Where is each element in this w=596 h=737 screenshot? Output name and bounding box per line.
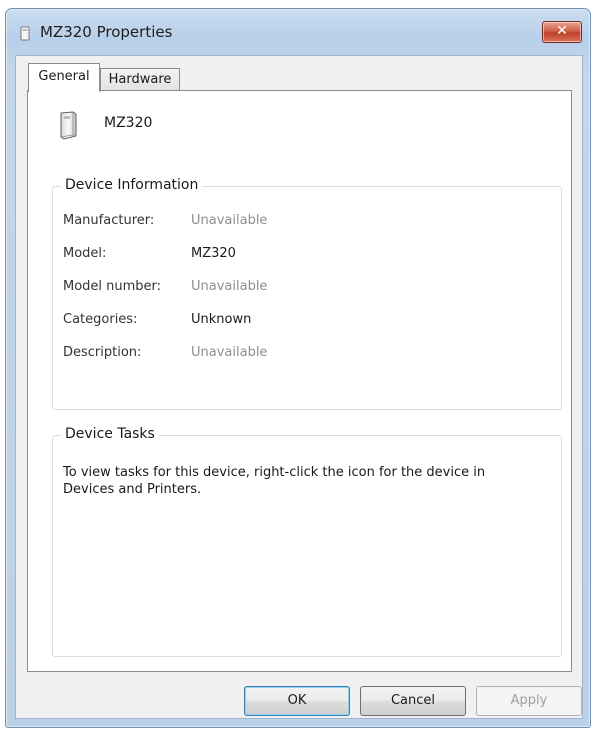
description-value: Unavailable — [191, 345, 268, 360]
cancel-button[interactable]: Cancel — [360, 686, 466, 716]
dialog-client-area: General Hardware MZ320 Device Informatio… — [15, 55, 583, 719]
properties-window: MZ320 Properties ✕ General Hardware MZ32… — [5, 8, 591, 728]
ok-button[interactable]: OK — [244, 686, 350, 716]
device-information-heading: Device Information — [61, 177, 203, 193]
title-bar[interactable]: MZ320 Properties ✕ — [6, 9, 590, 55]
device-title-icon — [20, 26, 30, 41]
close-icon: ✕ — [556, 23, 568, 39]
model-number-value: Unavailable — [191, 279, 268, 294]
manufacturer-label: Manufacturer: — [63, 213, 155, 228]
device-tasks-description: To view tasks for this device, right-cli… — [63, 465, 486, 497]
printer-device-icon — [60, 111, 77, 140]
categories-label: Categories: — [63, 312, 138, 327]
device-name: MZ320 — [104, 115, 153, 131]
general-tab-panel: MZ320 Device Information Manufacturer: U… — [27, 90, 572, 672]
close-button[interactable]: ✕ — [542, 21, 582, 43]
tab-hardware[interactable]: Hardware — [100, 68, 180, 91]
categories-value: Unknown — [191, 312, 252, 327]
apply-button[interactable]: Apply — [476, 686, 582, 716]
manufacturer-value: Unavailable — [191, 213, 268, 228]
window-title: MZ320 Properties — [40, 23, 173, 41]
model-number-label: Model number: — [63, 279, 162, 294]
device-information-group: Device Information Manufacturer: Unavail… — [52, 177, 562, 410]
tab-general[interactable]: General — [28, 63, 100, 92]
model-label: Model: — [63, 246, 107, 261]
description-label: Description: — [63, 345, 142, 360]
model-value: MZ320 — [191, 246, 236, 261]
device-tasks-heading: Device Tasks — [61, 426, 159, 442]
device-tasks-group: Device Tasks To view tasks for this devi… — [52, 426, 562, 657]
